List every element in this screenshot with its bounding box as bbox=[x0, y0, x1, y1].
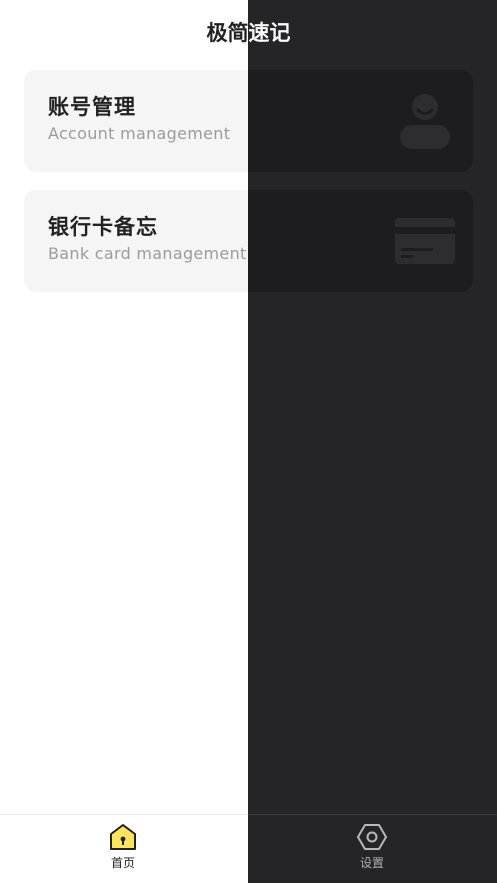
account-management-card[interactable]: 账号管理 Account management bbox=[24, 70, 473, 172]
tab-settings-label: 设置 bbox=[359, 856, 384, 870]
tab-home[interactable]: 首页 bbox=[83, 822, 163, 878]
bottom-tab-bar: 首页 设置 bbox=[0, 814, 497, 883]
tabbar-divider bbox=[0, 814, 248, 815]
page-title: 极简速记 bbox=[0, 16, 497, 50]
user-icon bbox=[400, 94, 450, 149]
settings-icon bbox=[357, 824, 387, 850]
home-icon bbox=[110, 824, 136, 850]
tab-home-label: 首页 bbox=[110, 856, 135, 870]
bank-card-management-card[interactable]: 银行卡备忘 Bank card management bbox=[24, 190, 473, 292]
bank-card-icon bbox=[395, 218, 455, 264]
tab-settings[interactable]: 设置 bbox=[332, 822, 412, 878]
tabbar-divider bbox=[248, 814, 497, 815]
